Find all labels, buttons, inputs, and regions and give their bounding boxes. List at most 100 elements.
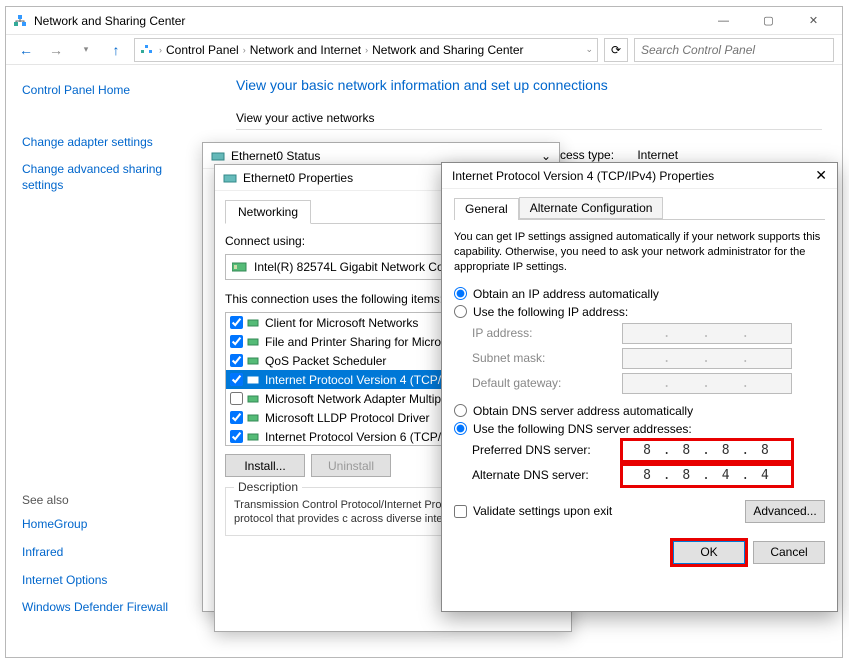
adapter-name: Intel(R) 82574L Gigabit Network Conn <box>254 260 457 274</box>
close-icon[interactable]: ⌄ <box>541 149 551 163</box>
back-button[interactable]: ← <box>14 38 38 62</box>
item-checkbox[interactable] <box>230 316 243 329</box>
sidebar-advanced-sharing[interactable]: Change advanced sharing settings <box>22 162 200 193</box>
breadcrumb-seg[interactable]: Network and Internet <box>250 43 361 57</box>
tab-general[interactable]: General <box>454 198 519 220</box>
radio-label: Use the following DNS server addresses: <box>473 422 692 436</box>
ipv4-properties-dialog: Internet Protocol Version 4 (TCP/IPv4) P… <box>441 162 838 612</box>
item-label: Client for Microsoft Networks <box>265 316 418 330</box>
dialog-title: Ethernet0 Properties <box>243 171 353 185</box>
info-text: You can get IP settings assigned automat… <box>454 230 825 275</box>
pref-dns-label: Preferred DNS server: <box>472 443 622 457</box>
item-label: File and Printer Sharing for Microso <box>265 335 454 349</box>
access-type-value: Internet <box>637 148 678 162</box>
alt-dns-input[interactable]: 8 . 8 . 4 . 4 <box>622 465 792 486</box>
sidebar-link-homegroup[interactable]: HomeGroup <box>22 517 200 533</box>
ip-address-label: IP address: <box>472 326 622 340</box>
access-type-label: cess type: <box>560 148 630 162</box>
pref-dns-input[interactable]: 8 . 8 . 8 . 8 <box>622 440 792 461</box>
ip-address-input: . . . <box>622 323 792 344</box>
window-controls: — ▢ ✕ <box>701 7 836 35</box>
component-icon <box>247 374 261 386</box>
window-title: Network and Sharing Center <box>34 14 701 28</box>
chevron-down-icon[interactable]: ⌄ <box>585 44 593 55</box>
refresh-button[interactable]: ⟳ <box>604 38 628 62</box>
minimize-button[interactable]: — <box>701 7 746 35</box>
cancel-button[interactable]: Cancel <box>753 541 825 564</box>
search-field[interactable] <box>641 43 827 57</box>
ip-manual-radio[interactable]: Use the following IP address: <box>454 305 825 319</box>
sidebar-link-infrared[interactable]: Infrared <box>22 545 200 561</box>
component-icon <box>247 393 261 405</box>
item-label: Microsoft Network Adapter Multiple <box>265 392 450 406</box>
tabs: General Alternate Configuration <box>454 197 825 220</box>
validate-checkbox[interactable] <box>454 505 467 518</box>
radio-label: Obtain an IP address automatically <box>473 287 659 301</box>
nic-icon <box>232 260 248 274</box>
dns-auto-radio[interactable]: Obtain DNS server address automatically <box>454 404 825 418</box>
breadcrumb-seg[interactable]: Network and Sharing Center <box>372 43 523 57</box>
item-checkbox[interactable] <box>230 373 243 386</box>
item-label: Internet Protocol Version 4 (TCP/IP <box>265 373 452 387</box>
up-button[interactable]: ↑ <box>104 38 128 62</box>
chevron-right-icon: › <box>159 45 162 55</box>
sidebar-adapter-settings[interactable]: Change adapter settings <box>22 135 200 151</box>
see-also-label: See also <box>22 493 200 507</box>
item-checkbox[interactable] <box>230 411 243 424</box>
description-legend: Description <box>234 480 302 496</box>
radio-dns-manual[interactable] <box>454 422 467 435</box>
chevron-right-icon: › <box>243 45 246 55</box>
item-checkbox[interactable] <box>230 354 243 367</box>
item-label: Internet Protocol Version 6 (TCP/IP <box>265 430 452 444</box>
item-checkbox[interactable] <box>230 335 243 348</box>
breadcrumb[interactable]: › Control Panel › Network and Internet ›… <box>134 38 598 62</box>
item-label: Microsoft LLDP Protocol Driver <box>265 411 430 425</box>
item-label: QoS Packet Scheduler <box>265 354 386 368</box>
sidebar-link-internet-options[interactable]: Internet Options <box>22 573 200 589</box>
active-networks-label: View your active networks <box>236 111 822 125</box>
subnet-input: . . . <box>622 348 792 369</box>
component-icon <box>247 431 261 443</box>
install-button[interactable]: Install... <box>225 454 305 477</box>
maximize-button[interactable]: ▢ <box>746 7 791 35</box>
sidebar-link-firewall[interactable]: Windows Defender Firewall <box>22 600 200 616</box>
component-icon <box>247 336 261 348</box>
item-checkbox[interactable] <box>230 392 243 405</box>
forward-button[interactable]: → <box>44 38 68 62</box>
adapter-icon <box>223 171 237 185</box>
network-icon <box>139 42 155 58</box>
tab-networking[interactable]: Networking <box>225 200 311 224</box>
ok-button[interactable]: OK <box>673 541 745 564</box>
item-checkbox[interactable] <box>230 430 243 443</box>
gateway-input: . . . <box>622 373 792 394</box>
radio-dns-auto[interactable] <box>454 404 467 417</box>
recent-dropdown[interactable]: ▾ <box>74 38 98 62</box>
uninstall-button: Uninstall <box>311 454 391 477</box>
radio-ip-auto[interactable] <box>454 287 467 300</box>
chevron-right-icon: › <box>365 45 368 55</box>
adapter-icon <box>211 149 225 163</box>
search-input[interactable] <box>634 38 834 62</box>
radio-label: Obtain DNS server address automatically <box>473 404 693 418</box>
advanced-button[interactable]: Advanced... <box>745 500 825 523</box>
alt-dns-label: Alternate DNS server: <box>472 468 622 482</box>
ip-auto-radio[interactable]: Obtain an IP address automatically <box>454 287 825 301</box>
dialog-title: Ethernet0 Status <box>231 149 320 163</box>
sidebar-cp-home[interactable]: Control Panel Home <box>22 83 200 99</box>
navbar: ← → ▾ ↑ › Control Panel › Network and In… <box>6 35 842 65</box>
close-icon[interactable]: ✕ <box>815 167 827 184</box>
dns-manual-radio[interactable]: Use the following DNS server addresses: <box>454 422 825 436</box>
subnet-label: Subnet mask: <box>472 351 622 365</box>
component-icon <box>247 355 261 367</box>
tab-alt-config[interactable]: Alternate Configuration <box>519 197 664 219</box>
component-icon <box>247 317 261 329</box>
close-button[interactable]: ✕ <box>791 7 836 35</box>
network-icon <box>12 13 28 29</box>
breadcrumb-seg[interactable]: Control Panel <box>166 43 239 57</box>
radio-ip-manual[interactable] <box>454 305 467 318</box>
sidebar: Control Panel Home Change adapter settin… <box>6 65 216 657</box>
validate-label: Validate settings upon exit <box>473 504 612 518</box>
dialog-titlebar[interactable]: Internet Protocol Version 4 (TCP/IPv4) P… <box>442 163 837 189</box>
gateway-label: Default gateway: <box>472 376 622 390</box>
dialog-title: Internet Protocol Version 4 (TCP/IPv4) P… <box>452 169 714 183</box>
